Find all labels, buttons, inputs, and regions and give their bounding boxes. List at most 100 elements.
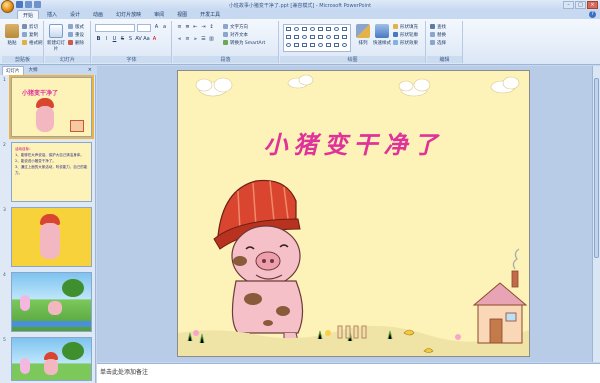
columns-icon[interactable]: ▥: [208, 36, 215, 43]
slide-thumbnail-4[interactable]: 4: [2, 272, 94, 334]
help-icon[interactable]: ?: [589, 11, 596, 18]
increase-indent-icon[interactable]: ⇥: [200, 24, 207, 31]
slide-preview: [11, 207, 92, 267]
scroll-thumb[interactable]: [594, 78, 599, 258]
notes-pane[interactable]: 单击此处添加备注: [97, 363, 600, 383]
tab-home[interactable]: 开始: [17, 10, 40, 19]
shape-fill-button[interactable]: 形状填充: [393, 24, 418, 31]
shrink-font-icon[interactable]: a: [161, 24, 168, 31]
slide-background-art: [178, 74, 529, 356]
numbering-icon[interactable]: ≣: [184, 24, 191, 31]
delete-slide-button[interactable]: 删除: [68, 40, 84, 47]
shape-effects-button[interactable]: 形状效果: [393, 40, 418, 47]
bullets-icon[interactable]: ≡: [176, 24, 183, 31]
underline-icon[interactable]: U: [111, 36, 118, 43]
tab-design[interactable]: 设计: [65, 10, 85, 19]
tab-outline[interactable]: 大纲: [26, 66, 41, 75]
smartart-button[interactable]: 转换为 SmartArt: [223, 40, 265, 47]
quick-styles-button[interactable]: 快速样式: [373, 23, 391, 51]
find-label: 查找: [437, 25, 446, 30]
align-left-icon[interactable]: ⫷: [176, 36, 183, 43]
line-spacing-icon[interactable]: ↕: [208, 24, 215, 31]
paste-button[interactable]: 粘贴: [3, 23, 21, 51]
vertical-scrollbar[interactable]: [592, 66, 600, 362]
shapes-gallery[interactable]: [283, 24, 351, 52]
font-group: A a B I U S S AV Aa A 字体: [92, 21, 172, 63]
layout-button[interactable]: 版式: [68, 24, 84, 31]
font-name-select[interactable]: [95, 24, 135, 32]
minimize-button[interactable]: –: [563, 1, 574, 9]
smartart-icon: [223, 40, 228, 45]
align-text-button[interactable]: 对齐文本: [223, 32, 248, 39]
find-button[interactable]: 查找: [430, 24, 446, 31]
slide-preview: [11, 272, 92, 332]
text-direction-button[interactable]: 文字方向: [223, 24, 248, 31]
title-bar: 小班故事小猪变干净了.ppt [兼容模式] - Microsoft PowerP…: [0, 0, 600, 13]
binoculars-icon: [430, 24, 435, 29]
arrange-button[interactable]: 排列: [354, 23, 372, 51]
slide-thumbnail-2[interactable]: 2 活动目标： 1、能够在大声说话、保护大自己清洁身体。 2、能说说小猪变干净了…: [2, 142, 94, 204]
font-size-select[interactable]: [137, 24, 151, 32]
office-button[interactable]: [1, 0, 14, 13]
slide-thumbnail-5[interactable]: 5: [2, 337, 94, 383]
slide-editing-area: 小猪变干净了: [97, 66, 600, 362]
reset-button[interactable]: 重设: [68, 32, 84, 39]
smartart-label: 转换为 SmartArt: [230, 41, 266, 46]
slide-number: 3: [3, 208, 6, 213]
justify-icon[interactable]: ☰: [200, 36, 207, 43]
align-text-label: 对齐文本: [230, 33, 248, 38]
arrange-label: 排列: [358, 41, 368, 46]
tab-slideshow[interactable]: 幻灯片放映: [111, 10, 146, 19]
slide-number: 4: [3, 273, 6, 278]
current-slide[interactable]: 小猪变干净了: [177, 70, 530, 357]
tab-animations[interactable]: 动画: [88, 10, 108, 19]
select-button[interactable]: 选择: [430, 40, 446, 47]
align-text-icon: [223, 32, 228, 37]
align-right-icon[interactable]: ⫸: [192, 36, 199, 43]
tab-insert[interactable]: 插入: [42, 10, 62, 19]
tree-drawing: [62, 342, 84, 360]
slide-thumbnail-3[interactable]: 3: [2, 207, 94, 269]
strikethrough-icon[interactable]: S: [119, 36, 126, 43]
tab-review[interactable]: 审阅: [149, 10, 169, 19]
italic-icon[interactable]: I: [103, 36, 110, 43]
slide-preview: 小猪变干净了: [9, 75, 94, 139]
font-color-icon[interactable]: A: [151, 36, 158, 43]
change-case-icon[interactable]: Aa: [143, 36, 150, 43]
copy-label: 复制: [29, 33, 38, 38]
shape-outline-button[interactable]: 形状轮廓: [393, 32, 418, 39]
new-slide-icon: [49, 24, 63, 38]
tab-slides[interactable]: 幻灯片: [2, 66, 24, 75]
panel-close-icon[interactable]: ×: [88, 67, 92, 73]
grow-font-icon[interactable]: A: [153, 24, 160, 31]
delete-icon: [68, 40, 73, 45]
ribbon-tabs: 开始 插入 设计 动画 幻灯片放映 审阅 视图 开发工具: [0, 10, 600, 19]
pig-figure: [40, 223, 60, 259]
align-center-icon[interactable]: ≡: [184, 36, 191, 43]
new-slide-button[interactable]: 新建幻灯片: [46, 23, 66, 52]
pig-figure: [36, 106, 54, 132]
bold-icon[interactable]: B: [95, 36, 102, 43]
decrease-indent-icon[interactable]: ⇤: [192, 24, 199, 31]
quick-styles-label: 快速样式: [373, 41, 391, 46]
maximize-button[interactable]: □: [575, 1, 586, 9]
list-buttons: ≡ ≣ ⇤ ⇥ ↕: [176, 24, 215, 31]
close-button[interactable]: ×: [587, 1, 598, 9]
drawing-group: 排列 快速样式 形状填充 形状轮廓 形状效果 绘图: [280, 21, 426, 63]
cut-button[interactable]: 剪切: [22, 24, 38, 31]
format-painter-button[interactable]: 格式刷: [22, 40, 43, 47]
rabbit-figure: [20, 295, 30, 311]
replace-button[interactable]: 替换: [430, 32, 446, 39]
text-direction-label: 文字方向: [230, 25, 248, 30]
panel-tabs: 幻灯片 大纲: [0, 66, 96, 75]
copy-button[interactable]: 复制: [22, 32, 38, 39]
slide-title[interactable]: 小猪变干净了: [178, 125, 529, 160]
tab-developer[interactable]: 开发工具: [195, 10, 225, 19]
text-direction-icon: [223, 24, 228, 29]
shadow-icon[interactable]: S: [127, 36, 134, 43]
tab-view[interactable]: 视图: [172, 10, 192, 19]
window-title: 小班故事小猪变干净了.ppt [兼容模式] - Microsoft PowerP…: [228, 3, 372, 9]
tree-drawing: [62, 279, 84, 297]
slide-thumbnail-1[interactable]: 1 小猪变干净了: [2, 75, 94, 139]
char-spacing-icon[interactable]: AV: [135, 36, 142, 43]
